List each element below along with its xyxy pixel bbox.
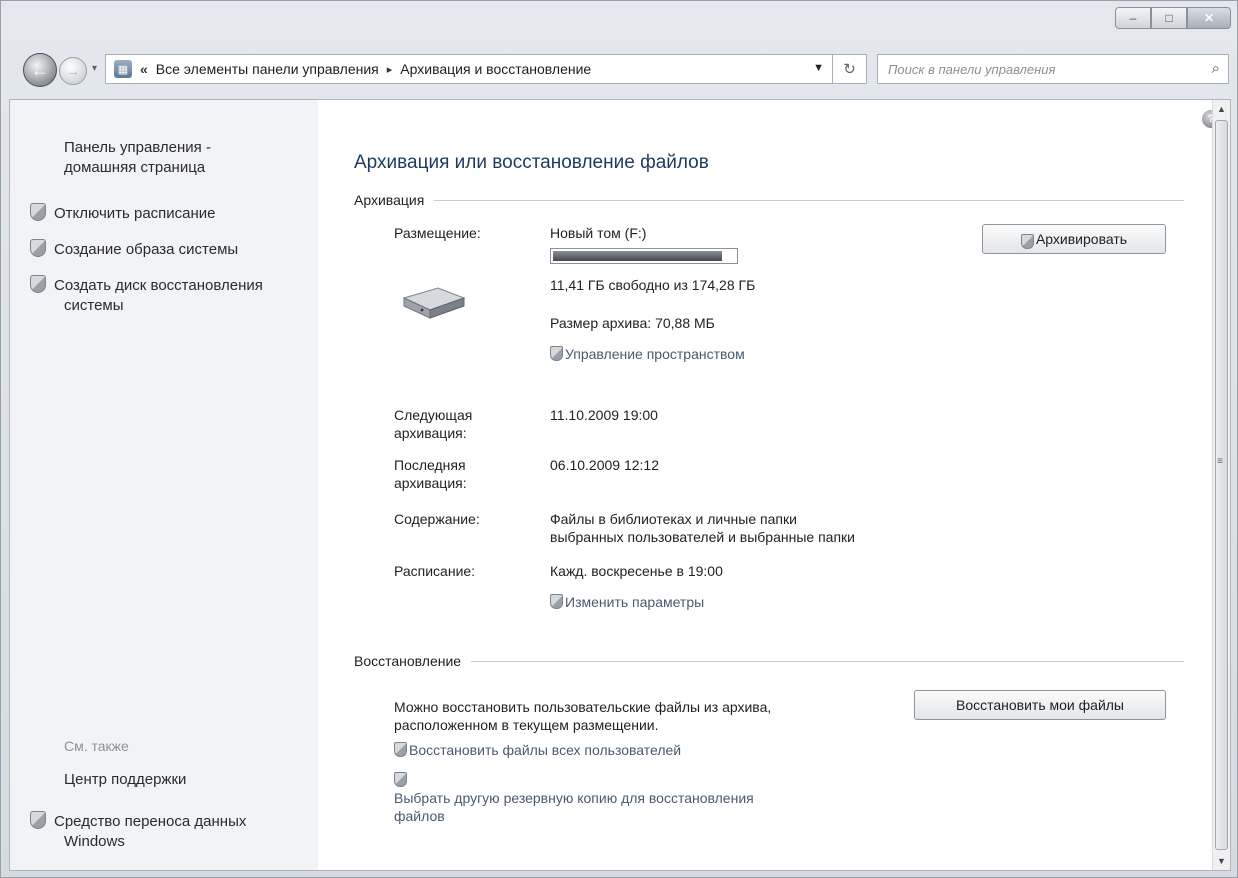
- breadcrumb-separator-icon[interactable]: ▸: [387, 63, 393, 76]
- back-arrow-icon[interactable]: ←: [23, 53, 57, 87]
- sidebar-home-line1: Панель управления -: [64, 139, 211, 156]
- maximize-button[interactable]: □: [1151, 7, 1187, 29]
- sidebar-home-link[interactable]: Панель управления - домашняя страница: [64, 138, 211, 178]
- restore-all-users-label: Восстановить файлы всех пользователей: [409, 742, 682, 758]
- address-bar[interactable]: ▦ « Все элементы панели управления ▸ Арх…: [105, 54, 833, 84]
- uac-shield-icon: [30, 811, 46, 829]
- uac-shield-icon: [1020, 233, 1034, 249]
- main-panel: Архивация или восстановление файлов Архи…: [318, 100, 1210, 870]
- see-also-heading: См. также: [64, 738, 129, 754]
- next-backup-label-line2: архивация:: [394, 425, 467, 441]
- breadcrumb-backup-restore[interactable]: Архивация и восстановление: [400, 61, 591, 77]
- history-dropdown-icon[interactable]: ▾: [92, 63, 97, 74]
- forward-arrow-icon[interactable]: →: [59, 57, 87, 85]
- restore-my-files-button[interactable]: Восстановить мои файлы: [914, 690, 1166, 720]
- control-panel-icon: ▦: [114, 60, 132, 78]
- sidebar-item-label: Отключить расписание: [54, 205, 216, 222]
- close-button[interactable]: ✕: [1187, 7, 1231, 29]
- next-backup-label: Следующая архивация:: [394, 406, 472, 442]
- backup-now-button[interactable]: Архивировать: [982, 224, 1166, 254]
- uac-shield-icon: [30, 239, 46, 257]
- group-divider: [434, 199, 1184, 201]
- archive-size-text: Размер архива: 70,88 МБ: [550, 315, 715, 331]
- contents-line1: Файлы в библиотеках и личные папки: [550, 511, 797, 527]
- restore-all-users-link[interactable]: Восстановить файлы всех пользователей: [394, 740, 681, 759]
- schedule-label: Расписание:: [394, 563, 476, 579]
- vertical-scrollbar[interactable]: ▲ ≡ ▼: [1212, 100, 1230, 870]
- uac-shield-icon: [30, 275, 46, 293]
- manage-space-label: Управление пространством: [565, 346, 745, 362]
- last-backup-label: Последняя архивация:: [394, 456, 467, 492]
- disk-usage-bar: [550, 248, 738, 264]
- page-title: Архивация или восстановление файлов: [354, 152, 709, 173]
- sidebar-item-easy-transfer[interactable]: Средство переноса данных Windows: [30, 808, 246, 852]
- sidebar-item-label-cont: Windows: [64, 833, 125, 850]
- group-divider: [471, 660, 1184, 662]
- uac-shield-icon: [30, 203, 46, 221]
- restore-description: Можно восстановить пользовательские файл…: [394, 698, 771, 734]
- uac-shield-icon: [550, 346, 563, 361]
- hard-drive-icon: [402, 287, 466, 319]
- sidebar-item-repair-disc[interactable]: Создать диск восстановления системы: [30, 272, 263, 316]
- backup-group-header: Архивация: [354, 192, 1184, 208]
- content-area: Панель управления - домашняя страница От…: [9, 99, 1231, 871]
- breadcrumb-all-items[interactable]: Все элементы панели управления: [156, 61, 379, 77]
- choose-other-line2: файлов: [394, 808, 445, 824]
- sidebar-item-support-center[interactable]: Центр поддержки: [64, 770, 186, 790]
- navigation-bar: ← → ▾ ▦ « Все элементы панели управления…: [1, 49, 1238, 89]
- last-backup-label-line2: архивация:: [394, 475, 467, 491]
- sidebar-item-disable-schedule[interactable]: Отключить расписание: [30, 200, 216, 224]
- sidebar-home-line2: домашняя страница: [64, 159, 206, 176]
- sidebar-item-system-image[interactable]: Создание образа системы: [30, 236, 238, 260]
- restore-group-label: Восстановление: [354, 653, 462, 669]
- search-input[interactable]: Поиск в панели управления ⌕: [877, 54, 1229, 84]
- scroll-down-icon[interactable]: ▼: [1213, 852, 1230, 870]
- contents-line2: выбранных пользователей и выбранные папк…: [550, 529, 855, 545]
- search-icon[interactable]: ⌕: [1212, 60, 1220, 77]
- contents-value: Файлы в библиотеках и личные папки выбра…: [550, 510, 855, 546]
- sidebar-item-label-cont: системы: [64, 297, 124, 314]
- contents-label: Содержание:: [394, 511, 480, 527]
- backup-group-label: Архивация: [354, 192, 425, 208]
- address-dropdown-icon[interactable]: ▼: [813, 62, 824, 74]
- last-backup-value: 06.10.2009 12:12: [550, 457, 659, 473]
- manage-space-link[interactable]: Управление пространством: [550, 344, 745, 363]
- backup-now-label: Архивировать: [1035, 231, 1128, 247]
- uac-shield-icon: [550, 594, 563, 609]
- free-space-text: 11,41 ГБ свободно из 174,28 ГБ: [550, 277, 756, 293]
- scroll-up-icon[interactable]: ▲: [1213, 100, 1230, 118]
- location-value: Новый том (F:): [550, 225, 647, 241]
- sidebar-item-label: Создание образа системы: [54, 241, 239, 258]
- schedule-value: Кажд. воскресенье в 19:00: [550, 563, 723, 579]
- sidebar-item-label: Создать диск восстановления: [54, 277, 263, 294]
- refresh-icon[interactable]: ↻: [833, 54, 867, 84]
- uac-shield-icon: [394, 772, 407, 787]
- minimize-button[interactable]: –: [1115, 7, 1151, 29]
- disk-usage-fill: [553, 251, 723, 261]
- location-label: Размещение:: [394, 225, 481, 241]
- sidebar: Панель управления - домашняя страница От…: [10, 100, 318, 870]
- search-placeholder: Поиск в панели управления: [888, 62, 1056, 77]
- caption-buttons: – □ ✕: [1115, 7, 1231, 29]
- restore-description-line1: Можно восстановить пользовательские файл…: [394, 699, 772, 715]
- change-settings-link[interactable]: Изменить параметры: [550, 592, 704, 611]
- next-backup-label-line1: Следующая: [394, 407, 473, 423]
- choose-other-line1: Выбрать другую резервную копию для восст…: [394, 790, 754, 806]
- overflow-chevron[interactable]: «: [140, 61, 148, 77]
- scroll-thumb[interactable]: [1215, 120, 1228, 850]
- next-backup-value: 11.10.2009 19:00: [550, 407, 658, 423]
- change-settings-label: Изменить параметры: [565, 594, 705, 610]
- uac-shield-icon: [394, 742, 407, 757]
- restore-group-header: Восстановление: [354, 653, 1184, 669]
- window: – □ ✕ ← → ▾ ▦ « Все элементы панели упра…: [0, 0, 1238, 878]
- sidebar-item-label: Средство переноса данных: [54, 813, 247, 830]
- choose-other-backup-link[interactable]: Выбрать другую резервную копию для восст…: [394, 770, 754, 825]
- last-backup-label-line1: Последняя: [394, 457, 466, 473]
- restore-description-line2: расположенном в текущем размещении.: [394, 717, 659, 733]
- scroll-grip-icon: ≡: [1217, 456, 1223, 467]
